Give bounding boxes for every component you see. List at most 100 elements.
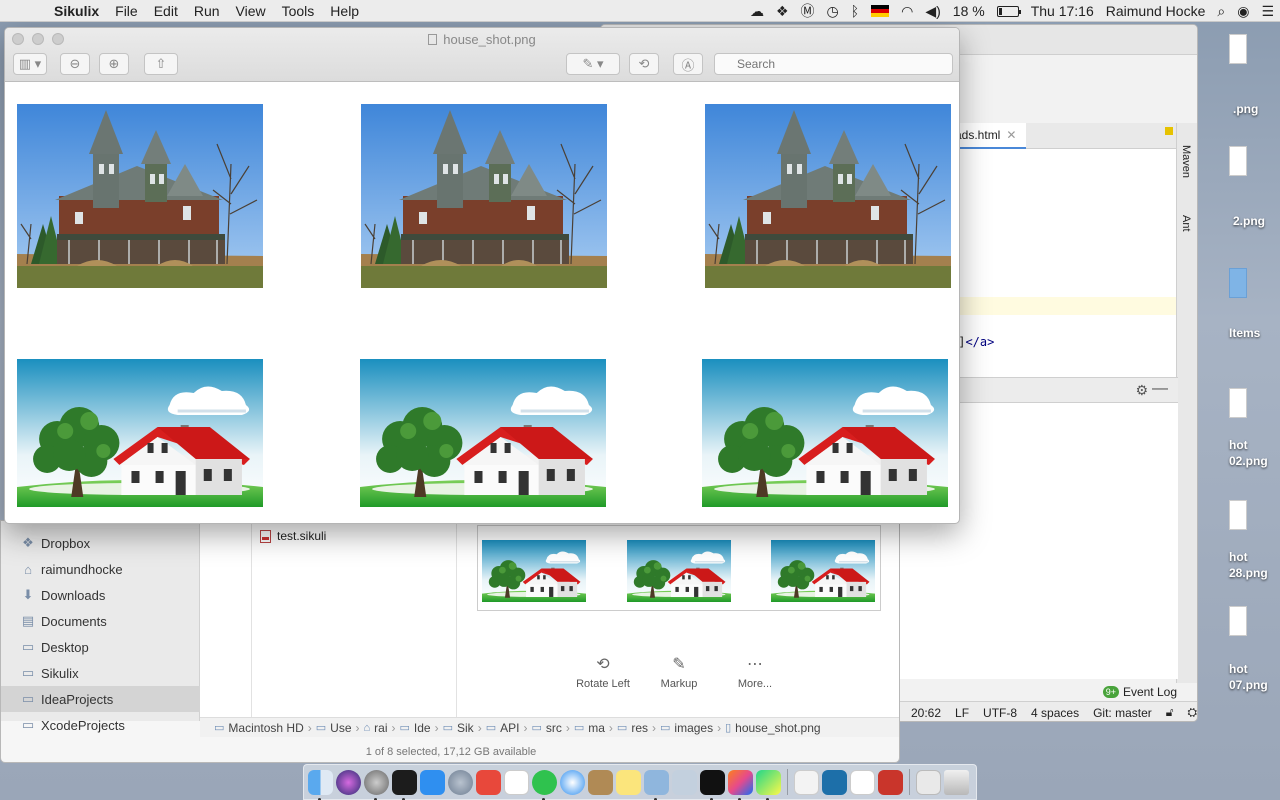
cottage-image[interactable] <box>702 359 948 507</box>
more-button[interactable]: ⋯ More... <box>715 654 795 690</box>
sidebar-item-ideaprojects[interactable]: ▭ IdeaProjects <box>1 686 200 712</box>
victorian-house-image[interactable] <box>17 104 263 288</box>
desktop-file-thumbnail[interactable] <box>1229 146 1247 176</box>
path-segment[interactable]: rai <box>374 721 387 735</box>
lock-icon[interactable]: 🔓︎ <box>1166 705 1174 720</box>
siri-icon[interactable]: ◉ <box>1237 3 1249 20</box>
calendar-dock-icon[interactable] <box>504 769 529 795</box>
wifi-icon[interactable]: ◠ <box>901 3 913 20</box>
file-item[interactable]: test.sikuli <box>260 529 326 543</box>
warning-marker[interactable] <box>1165 127 1173 135</box>
pycharm-dock-icon[interactable] <box>756 769 781 800</box>
rotate-left-button[interactable]: ⟲ Rotate Left <box>563 654 643 690</box>
git-branch[interactable]: Git: master <box>1093 706 1152 720</box>
ant-tool-tab[interactable]: Ant <box>1180 215 1192 232</box>
desktop-file-thumbnail[interactable] <box>1229 34 1247 64</box>
menu-help[interactable]: Help <box>322 3 367 19</box>
sidebar-toggle-button[interactable]: ▥ ▾ <box>13 53 47 75</box>
desktop-file-label[interactable]: hot <box>1229 438 1248 452</box>
path-segment[interactable]: Use <box>330 721 351 735</box>
rotate-button[interactable]: ⟲ <box>629 53 659 75</box>
app-store-dock-icon[interactable] <box>420 769 445 795</box>
desktop-folder-label[interactable]: Items <box>1229 326 1260 340</box>
menu-edit[interactable]: Edit <box>146 3 186 19</box>
sidebar-item-home[interactable]: ⌂ raimundhocke <box>1 556 200 582</box>
desktop-file-label[interactable]: 02.png <box>1229 454 1268 468</box>
path-segment[interactable]: src <box>546 721 562 735</box>
battery-percent[interactable]: 18 % <box>953 3 985 19</box>
zoom-out-button[interactable]: ⊖ <box>60 53 90 75</box>
clock[interactable]: Thu 17:16 <box>1031 3 1094 19</box>
victorian-house-image[interactable] <box>361 104 607 288</box>
markup-toolbar-button[interactable]: ✎ ▾ <box>566 53 620 75</box>
textedit-dock-icon[interactable] <box>794 769 819 795</box>
maven-tool-tab[interactable]: Maven <box>1180 145 1192 178</box>
zoom-in-button[interactable]: ⊕ <box>99 53 129 75</box>
desktop-folder-thumbnail[interactable] <box>1229 268 1247 298</box>
annotate-button[interactable]: Ⓐ <box>673 53 703 75</box>
desktop-file-label[interactable]: 07.png <box>1229 678 1268 692</box>
path-segment[interactable]: res <box>631 721 648 735</box>
vpn-icon[interactable]: Ⓜ <box>801 1 815 21</box>
bluetooth-icon[interactable]: ᛒ <box>851 3 859 19</box>
safari-dock-icon[interactable] <box>560 769 585 795</box>
desktop-file-thumbnail[interactable] <box>1229 500 1247 530</box>
notes-dock-icon[interactable] <box>616 769 641 795</box>
menu-file[interactable]: File <box>107 3 146 19</box>
preview-dock-icon[interactable] <box>644 769 669 800</box>
german-flag-icon[interactable] <box>871 5 890 17</box>
notification-center-icon[interactable]: ☰ <box>1261 3 1274 20</box>
user-name[interactable]: Raimund Hocke <box>1106 3 1206 19</box>
path-segment[interactable]: images <box>674 721 713 735</box>
whatsapp-dock-icon[interactable] <box>532 769 557 800</box>
sidebar-item-downloads[interactable]: ⬇ Downloads <box>1 582 200 608</box>
battery-icon[interactable] <box>996 5 1021 17</box>
desktop-file-label[interactable]: .png <box>1233 102 1258 116</box>
menu-app-name[interactable]: Sikulix <box>46 3 107 19</box>
cloud-icon[interactable]: ☁ <box>750 3 764 20</box>
path-segment[interactable]: house_shot.png <box>735 721 820 735</box>
cottage-image[interactable] <box>360 359 606 507</box>
path-segment[interactable]: Ide <box>414 721 431 735</box>
memory-indicator-icon[interactable]: ⛭ <box>1188 705 1197 720</box>
finder-dock-icon[interactable] <box>308 769 333 800</box>
markup-button[interactable]: ✎ Markup <box>639 654 719 690</box>
victorian-house-image[interactable] <box>705 104 951 288</box>
document-dock-icon[interactable] <box>850 769 875 795</box>
launchpad-dock-icon[interactable] <box>448 769 473 795</box>
close-tab-icon[interactable]: ✕ <box>1006 128 1016 142</box>
intellij-dock-icon[interactable] <box>728 769 753 800</box>
sidebar-item-xcodeprojects[interactable]: ▭ XcodeProjects <box>1 712 200 738</box>
indent-setting[interactable]: 4 spaces <box>1031 706 1079 720</box>
time-machine-icon[interactable]: ◷ <box>827 3 839 20</box>
desktop-file-label[interactable]: 28.png <box>1229 566 1268 580</box>
path-segment[interactable]: Sik <box>457 721 474 735</box>
volume-icon[interactable]: ◀) <box>925 3 940 20</box>
downloads-stack-dock-icon[interactable] <box>916 769 941 795</box>
activity-monitor-dock-icon[interactable] <box>392 769 417 800</box>
cottage-image[interactable] <box>17 359 263 507</box>
bookmarks-dock-icon[interactable] <box>476 769 501 795</box>
sidebar-item-documents[interactable]: ▤ Documents <box>1 608 200 634</box>
share-button[interactable]: ⇧ <box>144 53 178 75</box>
search-input[interactable] <box>714 53 953 75</box>
desktop-file-label[interactable]: hot <box>1229 550 1248 564</box>
trash-dock-icon[interactable] <box>944 769 969 795</box>
terminal-dock-icon[interactable] <box>700 769 725 800</box>
quicklook-titlebar[interactable]: house_shot.png ▥ ▾ ⊖ ⊕ ⇧ ✎ ▾ ⟲ Ⓐ ⌕ <box>5 28 959 82</box>
script-dock-icon[interactable] <box>878 769 903 795</box>
desktop-file-thumbnail[interactable] <box>1229 388 1247 418</box>
photos-dock-icon[interactable] <box>672 769 697 795</box>
line-separator[interactable]: LF <box>955 706 969 720</box>
menu-run[interactable]: Run <box>186 3 228 19</box>
path-segment[interactable]: ma <box>588 721 605 735</box>
desktop-file-label[interactable]: 2.png <box>1233 214 1265 228</box>
system-preferences-dock-icon[interactable] <box>364 769 389 800</box>
path-segment[interactable]: Macintosh HD <box>228 721 303 735</box>
contacts-dock-icon[interactable] <box>588 769 613 795</box>
hide-panel-icon[interactable]: — <box>1152 380 1168 398</box>
sidebar-item-dropbox[interactable]: ❖ Dropbox <box>1 530 200 556</box>
menu-view[interactable]: View <box>228 3 274 19</box>
sidebar-item-desktop[interactable]: ▭ Desktop <box>1 634 200 660</box>
menu-tools[interactable]: Tools <box>274 3 323 19</box>
